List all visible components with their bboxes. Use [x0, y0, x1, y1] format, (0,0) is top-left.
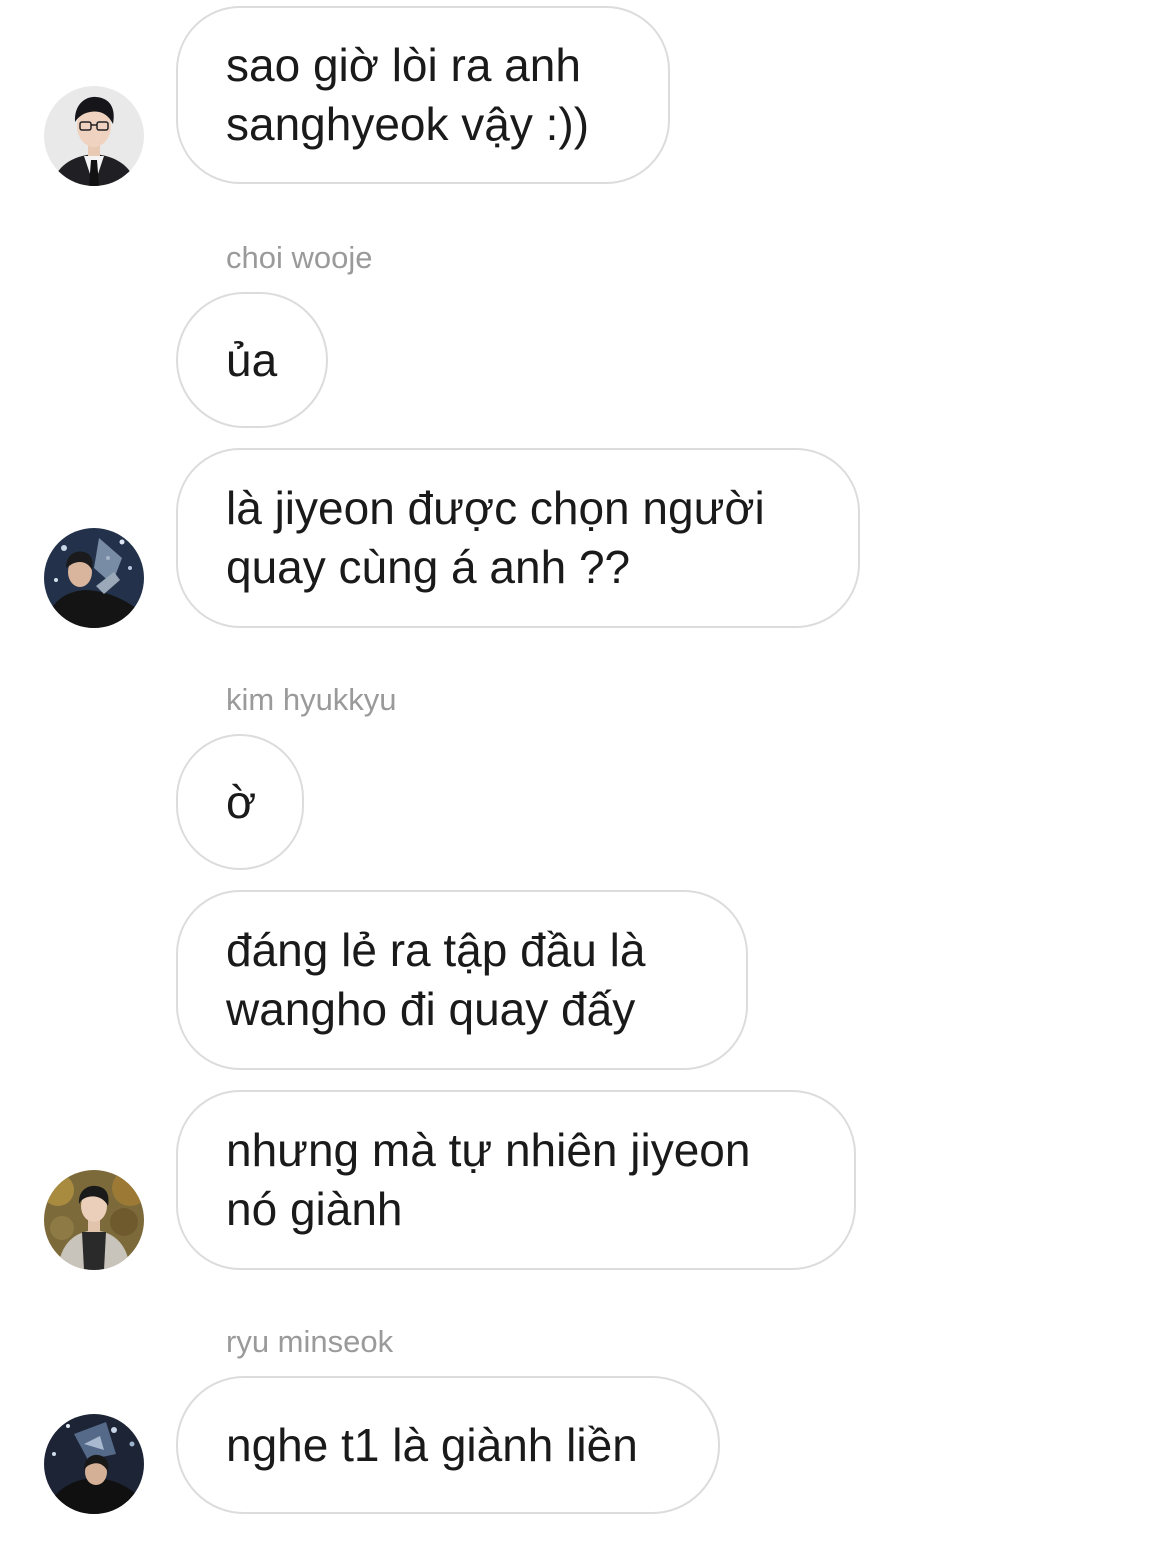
profile-photo-icon [44, 528, 144, 628]
profile-photo-icon [44, 1170, 144, 1270]
sender-name: choi wooje [226, 240, 373, 275]
message-text: đáng lẻ ra tập đầu là wangho đi quay đấy [226, 924, 646, 1035]
message-bubble[interactable]: là jiyeon được chọn người quay cùng á an… [176, 448, 860, 628]
message-bubble[interactable]: nghe t1 là giành liền [176, 1376, 720, 1514]
profile-photo-icon [44, 86, 144, 186]
message-bubble[interactable]: sao giờ lòi ra anh sanghyeok vậy :)) [176, 6, 670, 184]
message-text: nghe t1 là giành liền [226, 1418, 638, 1471]
message-text: sao giờ lòi ra anh sanghyeok vậy :)) [226, 39, 590, 150]
message-bubble[interactable]: nhưng mà tự nhiên jiyeon nó giành [176, 1090, 856, 1270]
chat-thread: sao giờ lòi ra anh sanghyeok vậy :)) cho… [0, 0, 1170, 1545]
avatar[interactable] [44, 528, 144, 628]
profile-photo-icon [44, 1414, 144, 1514]
message-bubble[interactable]: ủa [176, 292, 328, 428]
message-text: ủa [226, 333, 278, 386]
message-bubble[interactable]: đáng lẻ ra tập đầu là wangho đi quay đấy [176, 890, 748, 1070]
avatar[interactable] [44, 86, 144, 186]
avatar[interactable] [44, 1170, 144, 1270]
sender-name: kim hyukkyu [226, 682, 397, 717]
avatar[interactable] [44, 1414, 144, 1514]
message-text: nhưng mà tự nhiên jiyeon nó giành [226, 1124, 751, 1235]
sender-name: ryu minseok [226, 1324, 394, 1359]
message-bubble[interactable]: ờ [176, 734, 304, 870]
message-text: ờ [226, 775, 257, 828]
message-text: là jiyeon được chọn người quay cùng á an… [226, 482, 765, 593]
